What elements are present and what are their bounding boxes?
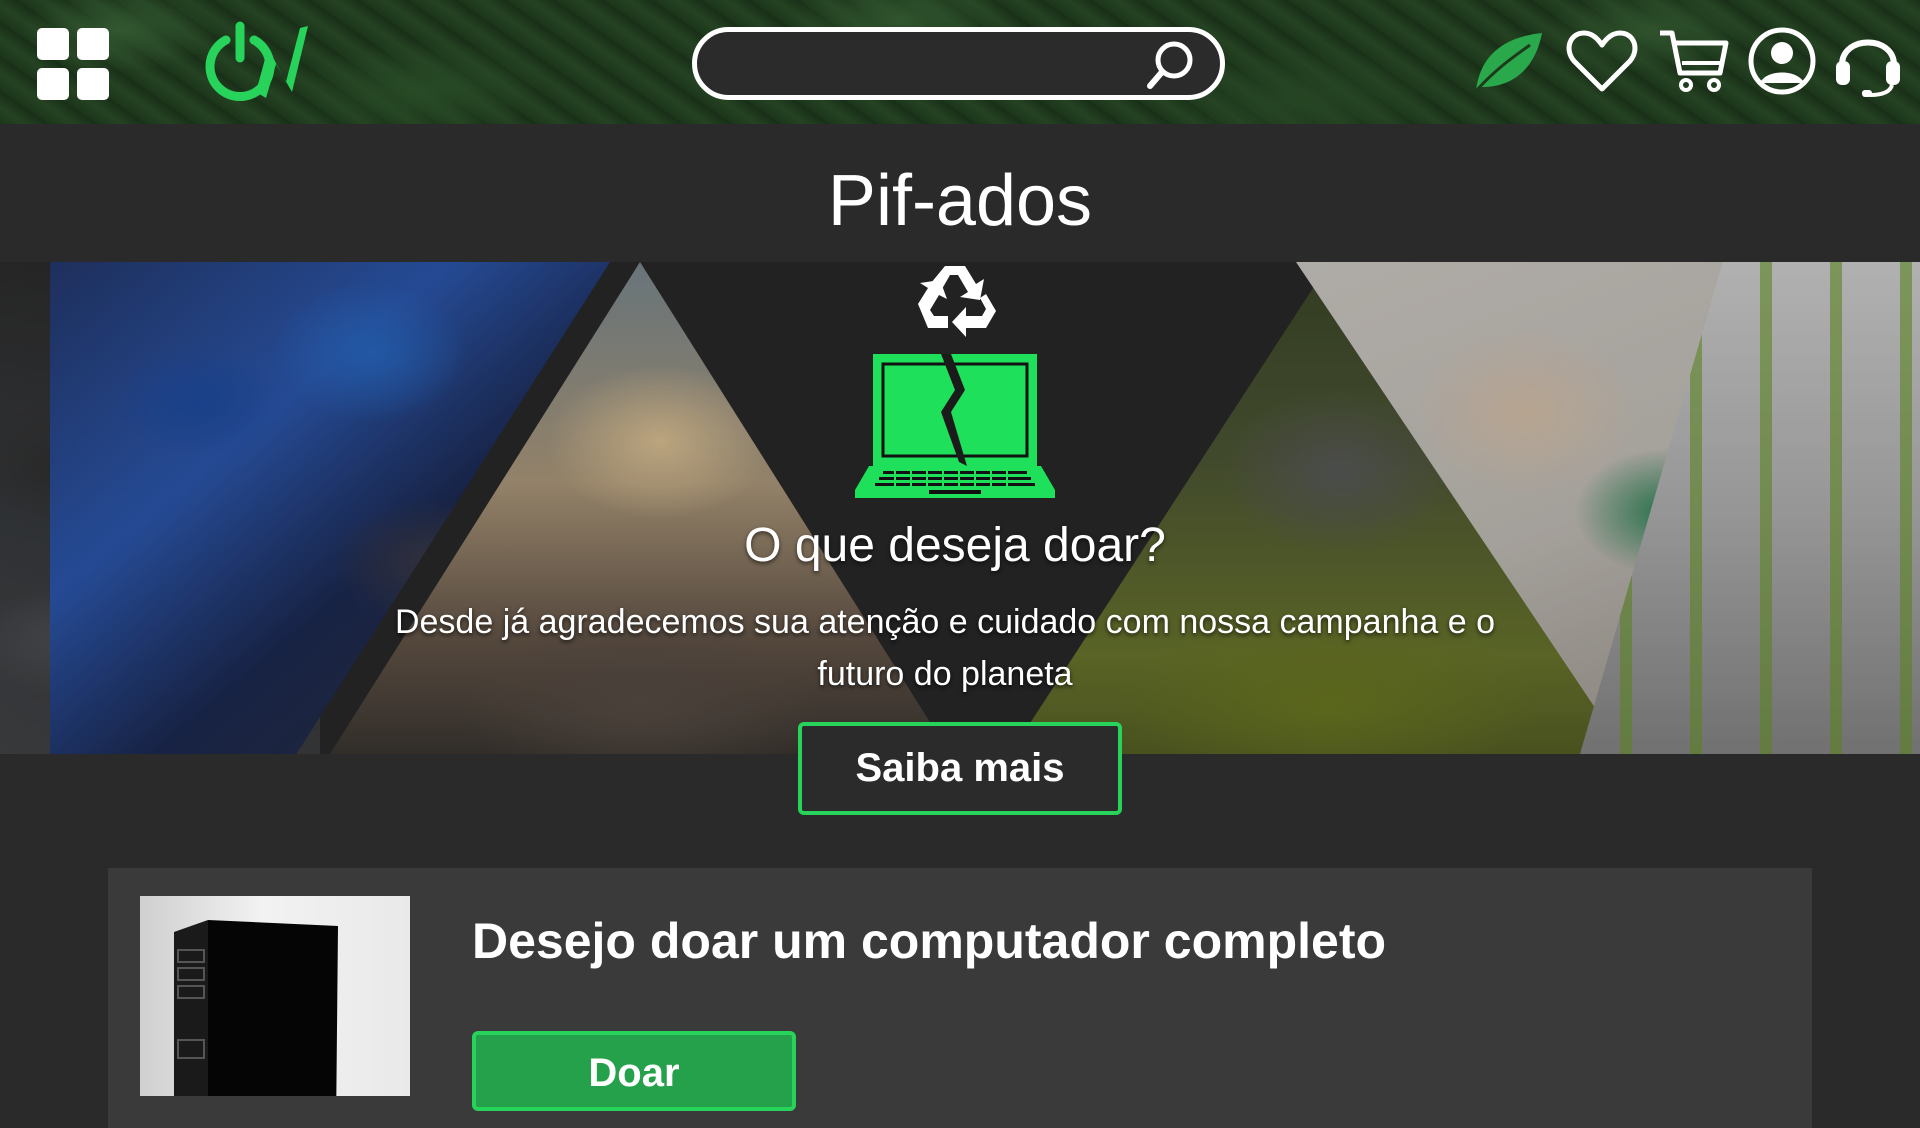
hero-description: Desde já agradecemos sua atenção e cuida… [394,603,1496,693]
recycle-icon [918,266,996,337]
card-title: Desejo doar um computador completo [472,913,1387,969]
top-header [0,0,1920,124]
donation-card: Desejo doar um computador completo Doar [108,868,1812,1128]
saiba-mais-button[interactable]: Saiba mais [798,722,1122,815]
support-headset-icon[interactable] [1830,25,1906,97]
page-title: Pif-ados [827,161,1093,241]
doar-button[interactable]: Doar [472,1031,796,1111]
heart-icon[interactable] [1564,25,1640,97]
grid-menu-icon[interactable] [37,28,109,100]
hero-question: O que deseja doar? [744,519,1166,572]
account-icon[interactable] [1744,25,1820,97]
computer-tower-image [140,896,410,1096]
search-icon[interactable] [1142,36,1198,92]
cart-icon[interactable] [1656,25,1732,97]
search-bar[interactable] [692,27,1225,100]
broken-laptop-icon [855,354,1055,498]
search-input[interactable] [727,48,1142,79]
computer-tower-icon [174,920,338,1096]
logo-icon[interactable] [196,18,324,104]
eco-leaf-icon[interactable] [1470,25,1546,97]
